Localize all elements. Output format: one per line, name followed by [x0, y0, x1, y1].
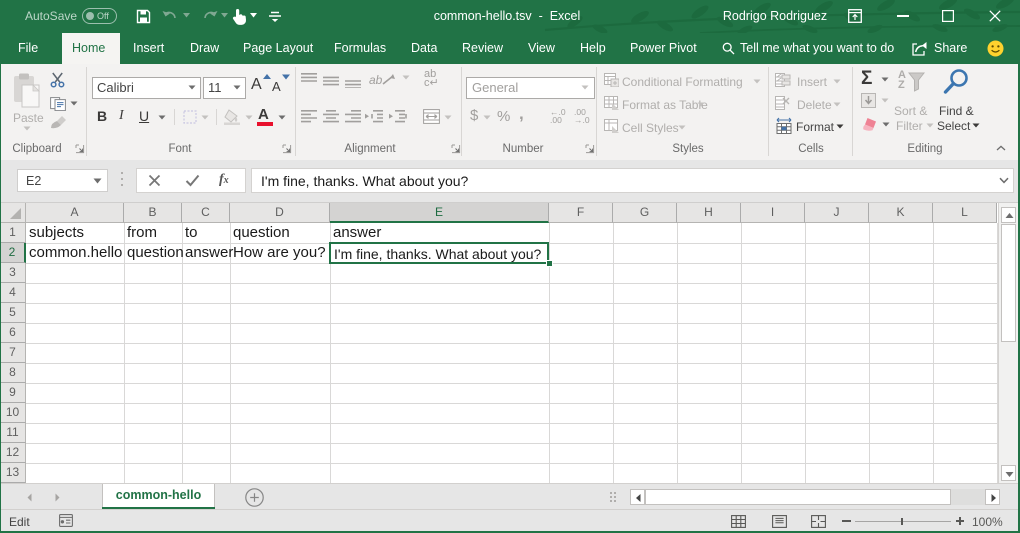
- svg-text:ab: ab: [369, 73, 383, 87]
